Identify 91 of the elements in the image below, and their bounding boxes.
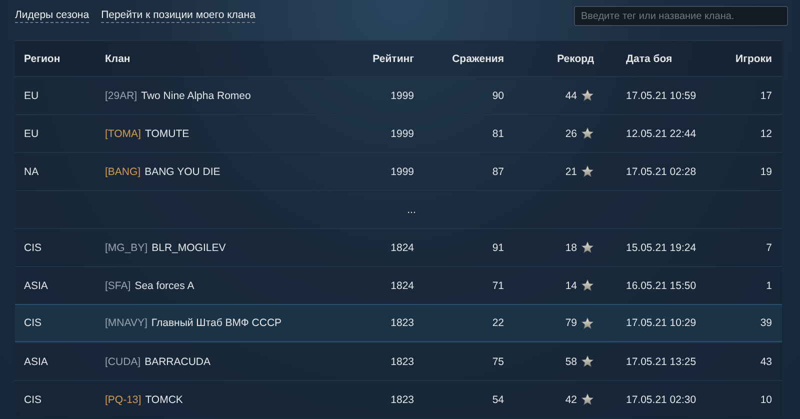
star-icon xyxy=(581,165,594,178)
table-row[interactable]: ASIA [CUDA] BARRACUDA 1823 75 58 17.05.21 13:25 43 xyxy=(15,342,782,380)
date-cell-text: 15.05.21 19:24 xyxy=(625,242,698,254)
star-icon xyxy=(581,241,594,254)
players-cell-text: 1 xyxy=(765,280,773,292)
table-row[interactable]: EU [TOMA] TOMUTE 1999 81 26 12.05.21 22:44 12 xyxy=(15,114,782,152)
record-value: 58 xyxy=(565,356,577,368)
battles-cell-text: 54 xyxy=(491,394,504,406)
rating-cell-text: 1823 xyxy=(390,317,414,329)
clan-name: BLR_MOGILEV xyxy=(152,242,226,254)
battles-cell-text: 87 xyxy=(491,166,504,178)
ellipsis-text: ... xyxy=(407,204,416,216)
clan-tag: [CUDA] xyxy=(105,356,141,368)
column-header: Рейтинг xyxy=(372,52,414,64)
players-cell-text: 12 xyxy=(759,128,773,140)
column-header: Дата боя xyxy=(625,52,674,64)
table-row[interactable]: CIS [MG_BY] BLR_MOGILEV 1824 91 18 15.05.21 19:24 7 xyxy=(15,228,782,266)
date-cell-text: 12.05.21 22:44 xyxy=(625,128,698,140)
rating-cell-text: 1824 xyxy=(390,280,414,292)
players-cell-text: 43 xyxy=(759,356,773,368)
region-cell-text: CIS xyxy=(23,242,43,254)
clan-tag: [29AR] xyxy=(105,90,138,102)
column-header: Рекорд xyxy=(556,52,594,64)
clan-tag: [MG_BY] xyxy=(105,242,148,254)
clan-name: Sea forces A xyxy=(134,280,194,292)
column-header: Сражения xyxy=(451,52,504,64)
record-value: 79 xyxy=(565,317,577,329)
battles-cell-text: 22 xyxy=(491,317,504,329)
table-row[interactable]: EU [29AR] Two Nine Alpha Romeo 1999 90 44 17.05.21 10:59 17 xyxy=(15,76,782,114)
clan-tag: [TOMA] xyxy=(105,128,141,140)
nav-link[interactable]: Перейти к позиции моего клана xyxy=(101,9,256,23)
players-cell-text: 39 xyxy=(759,317,773,329)
battles-cell-text: 90 xyxy=(491,90,504,102)
rating-cell-text: 1999 xyxy=(390,128,414,140)
column-header: Клан xyxy=(105,52,132,64)
rating-cell-text: 1823 xyxy=(390,394,414,406)
rating-cell-text: 1999 xyxy=(390,90,414,102)
record-value: 14 xyxy=(565,280,577,292)
battles-cell-text: 75 xyxy=(491,356,504,368)
region-cell-text: CIS xyxy=(23,394,43,406)
table-row[interactable]: CIS [PQ-13] TOMCK 1823 54 42 17.05.21 02:30 10 xyxy=(15,380,782,418)
star-icon xyxy=(581,316,594,330)
nav-link[interactable]: Лидеры сезона xyxy=(15,9,90,23)
record-value: 26 xyxy=(565,128,577,140)
players-cell-text: 19 xyxy=(759,166,773,178)
region-cell-text: EU xyxy=(23,90,40,102)
rating-cell-text: 1823 xyxy=(390,356,414,368)
star-icon xyxy=(581,89,594,102)
region-cell-text: EU xyxy=(23,128,40,140)
clan-name: BARRACUDA xyxy=(144,356,211,368)
search-field[interactable]: Введите тег или название клана. xyxy=(574,6,788,26)
clan-tag: [BANG] xyxy=(105,166,141,178)
star-icon xyxy=(581,279,594,292)
record-value: 18 xyxy=(565,242,577,254)
region-cell-text: ASIA xyxy=(23,356,49,368)
column-header: Регион xyxy=(23,52,62,64)
battles-cell-text: 81 xyxy=(491,128,504,140)
players-cell-text: 10 xyxy=(759,394,773,406)
date-cell-text: 17.05.21 13:25 xyxy=(625,356,698,368)
battles-cell-text: 71 xyxy=(491,280,504,292)
clan-name: BANG YOU DIE xyxy=(144,166,220,178)
star-icon xyxy=(581,127,594,140)
region-cell-text: CIS xyxy=(23,317,43,329)
table-row[interactable]: CIS [MNAVY] Главный Штаб ВМФ СССР 1823 22 79 17.05.21 10:29 39 xyxy=(15,304,782,342)
date-cell-text: 16.05.21 15:50 xyxy=(625,280,698,292)
clan-tag: [SFA] xyxy=(105,280,131,292)
date-cell-text: 17.05.21 10:59 xyxy=(625,90,698,102)
column-header: Игроки xyxy=(734,52,773,64)
date-cell-text: 17.05.21 02:30 xyxy=(625,394,698,406)
record-value: 44 xyxy=(565,90,577,102)
clan-name: Two Nine Alpha Romeo xyxy=(141,90,251,102)
players-cell-text: 17 xyxy=(759,90,773,102)
record-value: 42 xyxy=(565,394,577,406)
players-cell-text: 7 xyxy=(765,242,773,254)
battles-cell-text: 91 xyxy=(491,242,504,254)
rating-cell-text: 1824 xyxy=(390,242,414,254)
star-icon xyxy=(581,355,594,368)
star-icon xyxy=(581,393,594,406)
record-value: 21 xyxy=(565,166,577,178)
clan-name: Главный Штаб ВМФ СССР xyxy=(151,317,282,329)
clan-name: TOMUTE xyxy=(144,128,190,140)
region-cell-text: ASIA xyxy=(23,280,49,292)
region-cell-text: NA xyxy=(23,166,40,178)
date-cell-text: 17.05.21 10:29 xyxy=(625,317,698,329)
clan-tag: [MNAVY] xyxy=(105,317,148,329)
clan-name: TOMCK xyxy=(145,394,183,406)
rating-cell-text: 1999 xyxy=(390,166,414,178)
table-row[interactable]: NA [BANG] BANG YOU DIE 1999 87 21 17.05.21 02:28 19 xyxy=(15,152,782,190)
table-row[interactable]: ASIA [SFA] Sea forces A 1824 71 14 16.05.21 15:50 1 xyxy=(15,266,782,304)
date-cell-text: 17.05.21 02:28 xyxy=(625,166,698,178)
clan-tag: [PQ-13] xyxy=(105,394,142,406)
